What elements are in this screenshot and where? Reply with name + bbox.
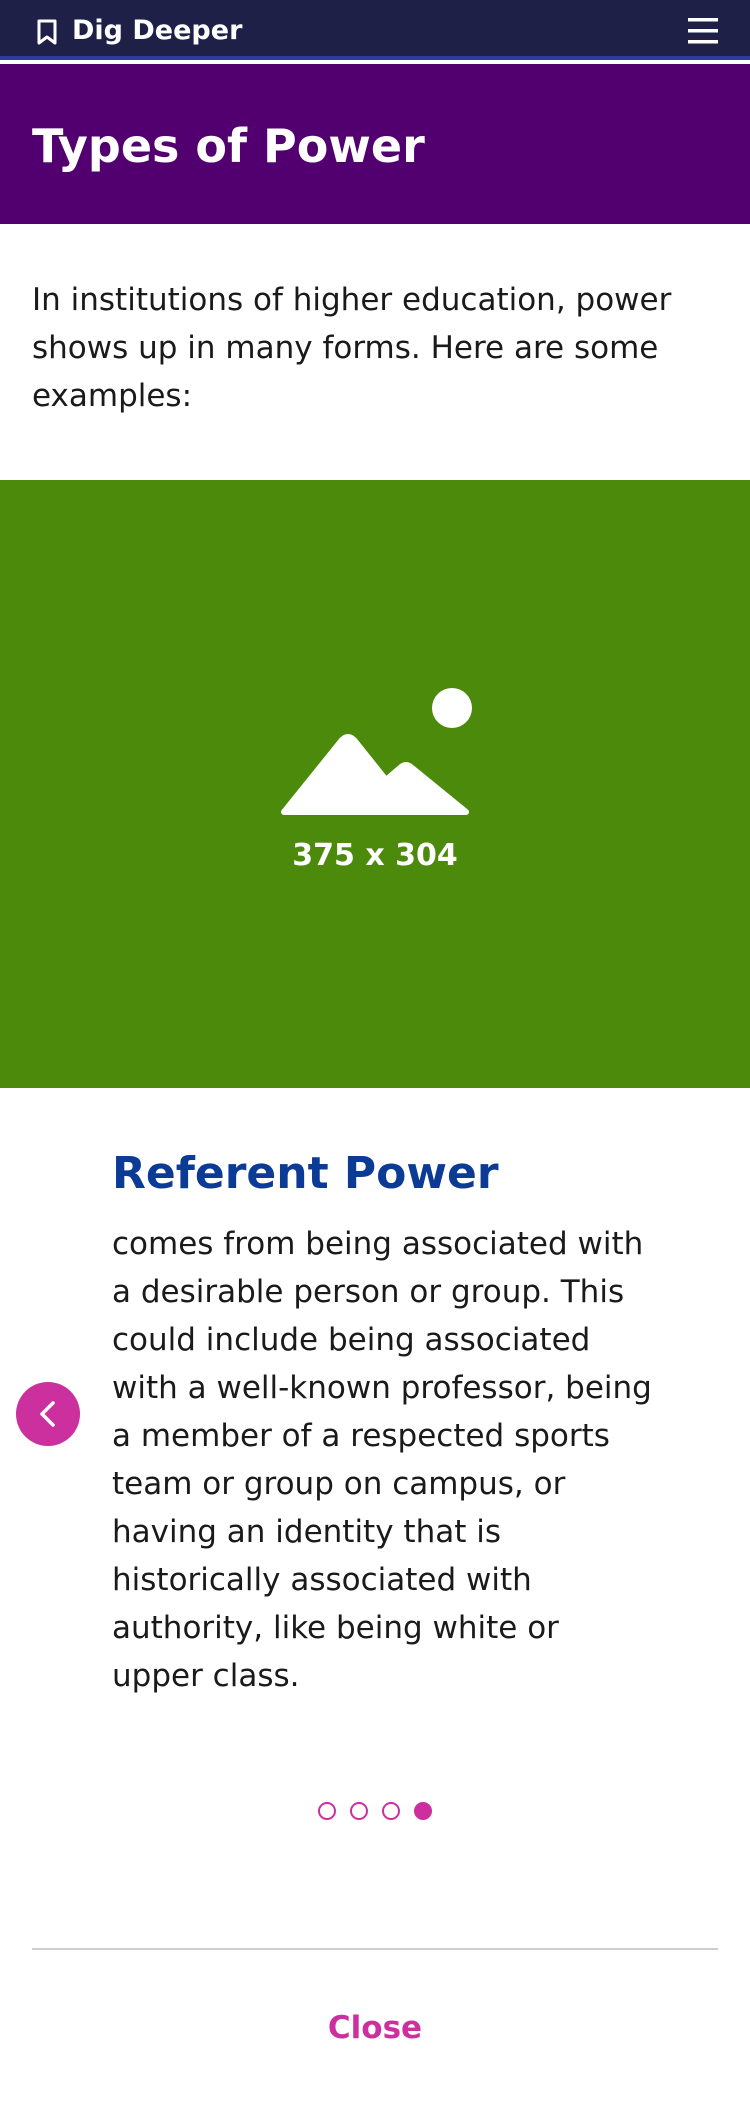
page-title: Types of Power [32, 119, 425, 173]
top-bar-title: Dig Deeper [72, 15, 243, 46]
bookmark-icon[interactable] [34, 18, 60, 46]
pagination-dot-4[interactable] [414, 1802, 432, 1820]
modal-header: Types of Power [0, 64, 750, 224]
pagination-dot-3[interactable] [382, 1802, 400, 1820]
top-bar: Dig Deeper [0, 0, 750, 60]
close-button[interactable]: Close [0, 2008, 750, 2048]
hero-image-caption: 375 x 304 [292, 838, 458, 873]
pagination-dot-1[interactable] [318, 1802, 336, 1820]
previous-slide-button[interactable] [16, 1382, 80, 1446]
chevron-left-icon [40, 1401, 55, 1427]
pagination-dot-2[interactable] [350, 1802, 368, 1820]
pagination-dots [318, 1802, 432, 1820]
intro-text: In institutions of higher education, pow… [32, 282, 672, 414]
slide-title: Referent Power [112, 1148, 499, 1199]
image-placeholder-icon [276, 686, 474, 816]
hamburger-menu-icon[interactable] [686, 16, 720, 46]
slide-body: comes from being associated with a desir… [112, 1226, 652, 1694]
footer-divider [32, 1948, 718, 1950]
